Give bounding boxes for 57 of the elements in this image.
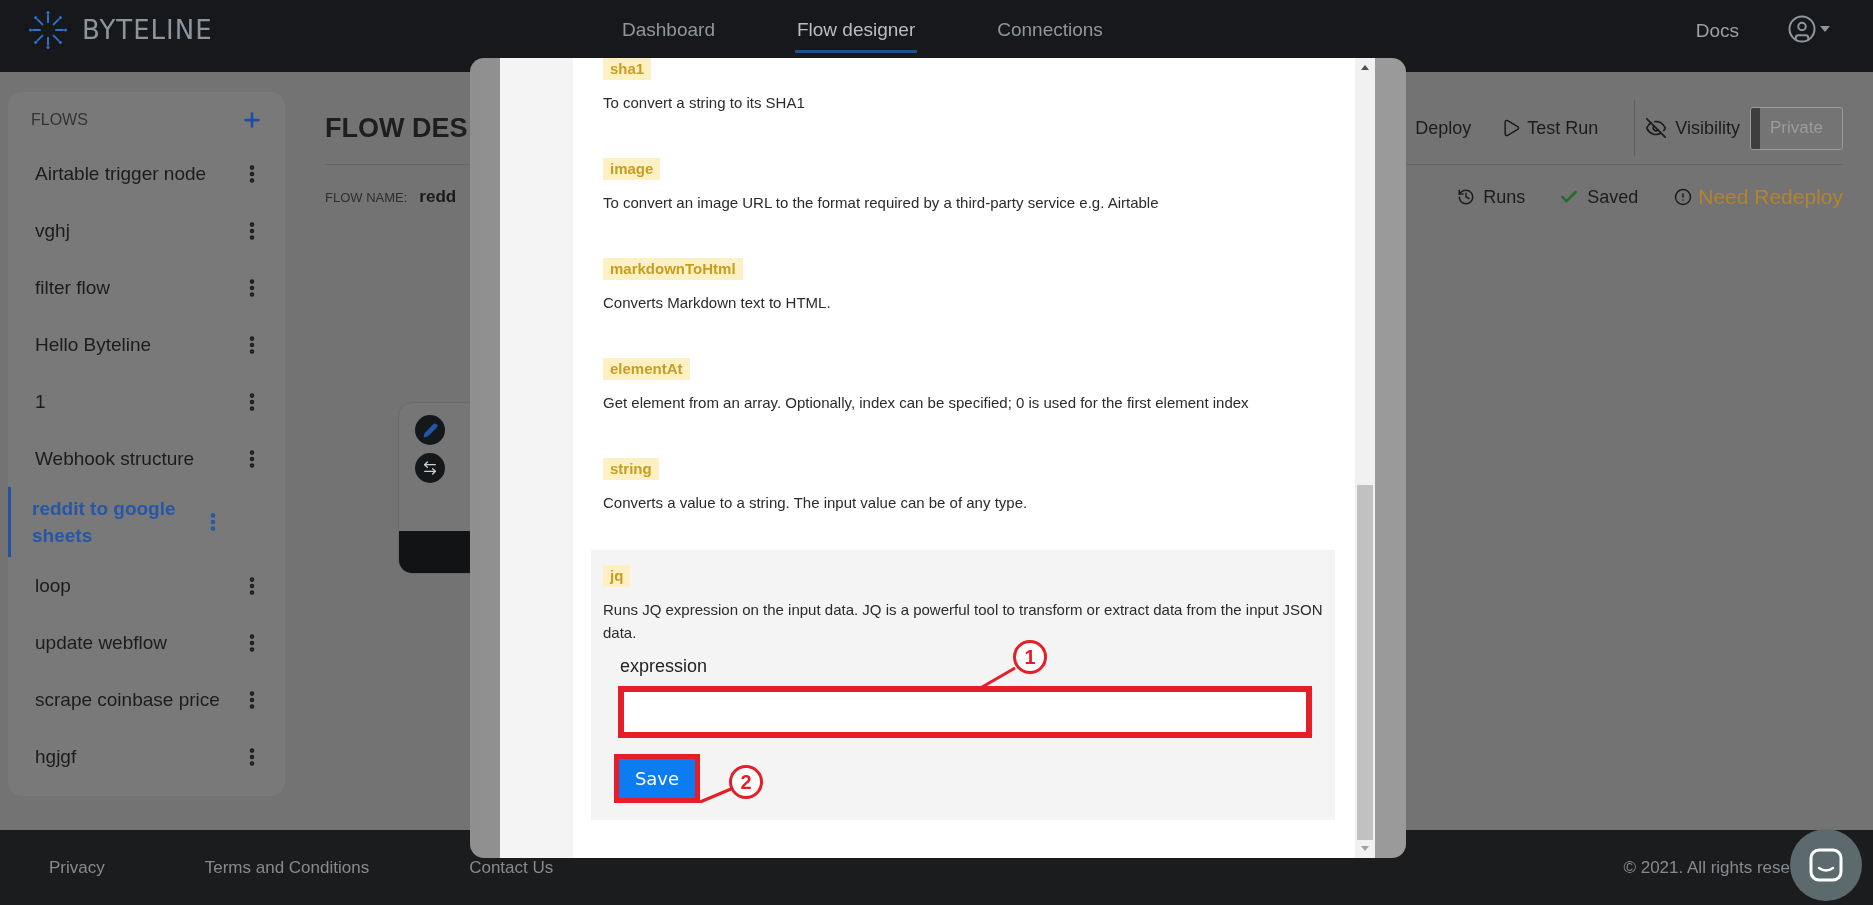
footer-link[interactable]: Privacy [49, 857, 105, 878]
history-icon [1457, 188, 1476, 206]
caret-icon[interactable] [1820, 26, 1830, 32]
flow-item[interactable]: loop [8, 557, 285, 614]
field-label: expression [620, 656, 708, 677]
chat-icon [1809, 848, 1843, 882]
test-run-button[interactable]: Test Run [1501, 117, 1599, 139]
flow-item[interactable]: filter flow [8, 259, 285, 316]
eye-off-icon [1645, 117, 1668, 139]
flow-item[interactable]: 1 [8, 373, 285, 430]
function-tag: markdownToHtml [603, 258, 743, 280]
flow-item[interactable]: scrape coinbase price [8, 671, 285, 728]
function-tag: elementAt [603, 358, 690, 380]
flow-item[interactable]: Hello Byteline [8, 316, 285, 373]
nav-tab[interactable]: Dashboard [620, 0, 717, 53]
saved-status: Saved [1587, 186, 1639, 208]
function-description: Converts Markdown text to HTML. [603, 293, 832, 313]
flow-item[interactable]: hgjgf [8, 728, 285, 785]
function-tag: jq [603, 565, 631, 587]
step-number: 2 [729, 765, 763, 799]
step-number: 1 [1013, 640, 1047, 674]
scrollbar[interactable] [1355, 58, 1375, 858]
function-description: To convert a string to its SHA1 [603, 93, 806, 113]
function-description: Runs JQ expression on the input data. JQ is a powerful tool to transform or extract data from the input JSON data. [603, 600, 1323, 643]
copyright: © 2021. All rights rese [1623, 857, 1790, 878]
function-description: Converts a value to a string. The input value can be of any type. [603, 493, 1029, 513]
footer-link[interactable]: Contact Us [469, 857, 554, 878]
alert-icon [1674, 188, 1693, 206]
flows-heading: FLOWS [31, 111, 88, 129]
save-button[interactable]: Save [619, 759, 695, 798]
deploy-link[interactable]: Deploy [1415, 117, 1472, 139]
expression-field[interactable] [618, 686, 1312, 738]
function-description: Get element from an array. Optionally, index can be specified; 0 is used for the first element index [603, 393, 1250, 413]
function-tag: string [603, 458, 659, 480]
docs-link[interactable]: Docs [1695, 0, 1739, 42]
swap-icon[interactable] [415, 453, 445, 483]
footer-link[interactable]: Terms and Conditions [204, 857, 370, 878]
flow-item[interactable]: Webhook structure [8, 430, 285, 487]
runs-link[interactable]: Runs [1483, 186, 1526, 208]
function-description: To convert an image URL to the format required by a third-party service e.g. Airtable [603, 193, 1160, 213]
scrollbar-thumb[interactable] [1357, 485, 1373, 840]
function-tag: sha1 [603, 58, 652, 80]
nav-tab[interactable]: Flow designer [794, 0, 918, 53]
redeploy-warning: Need Redeploy [1698, 185, 1843, 209]
flow-name-label: FLOW NAME: [325, 189, 408, 205]
logo-text: BYTELINE [82, 15, 213, 45]
pencil-icon[interactable] [415, 415, 445, 445]
function-tag: image [603, 158, 661, 180]
play-icon [1501, 118, 1522, 138]
flow-name: redd [419, 187, 457, 207]
page-title: FLOW DES [325, 112, 468, 144]
flow-item[interactable]: Airtable trigger node [8, 145, 285, 202]
nav-tab[interactable]: Connections [995, 0, 1105, 53]
logo-icon [28, 10, 68, 50]
visibility-label: Visibility [1675, 117, 1740, 139]
flow-item[interactable]: vghj [8, 202, 285, 259]
flow-item[interactable]: update webflow [8, 614, 285, 671]
